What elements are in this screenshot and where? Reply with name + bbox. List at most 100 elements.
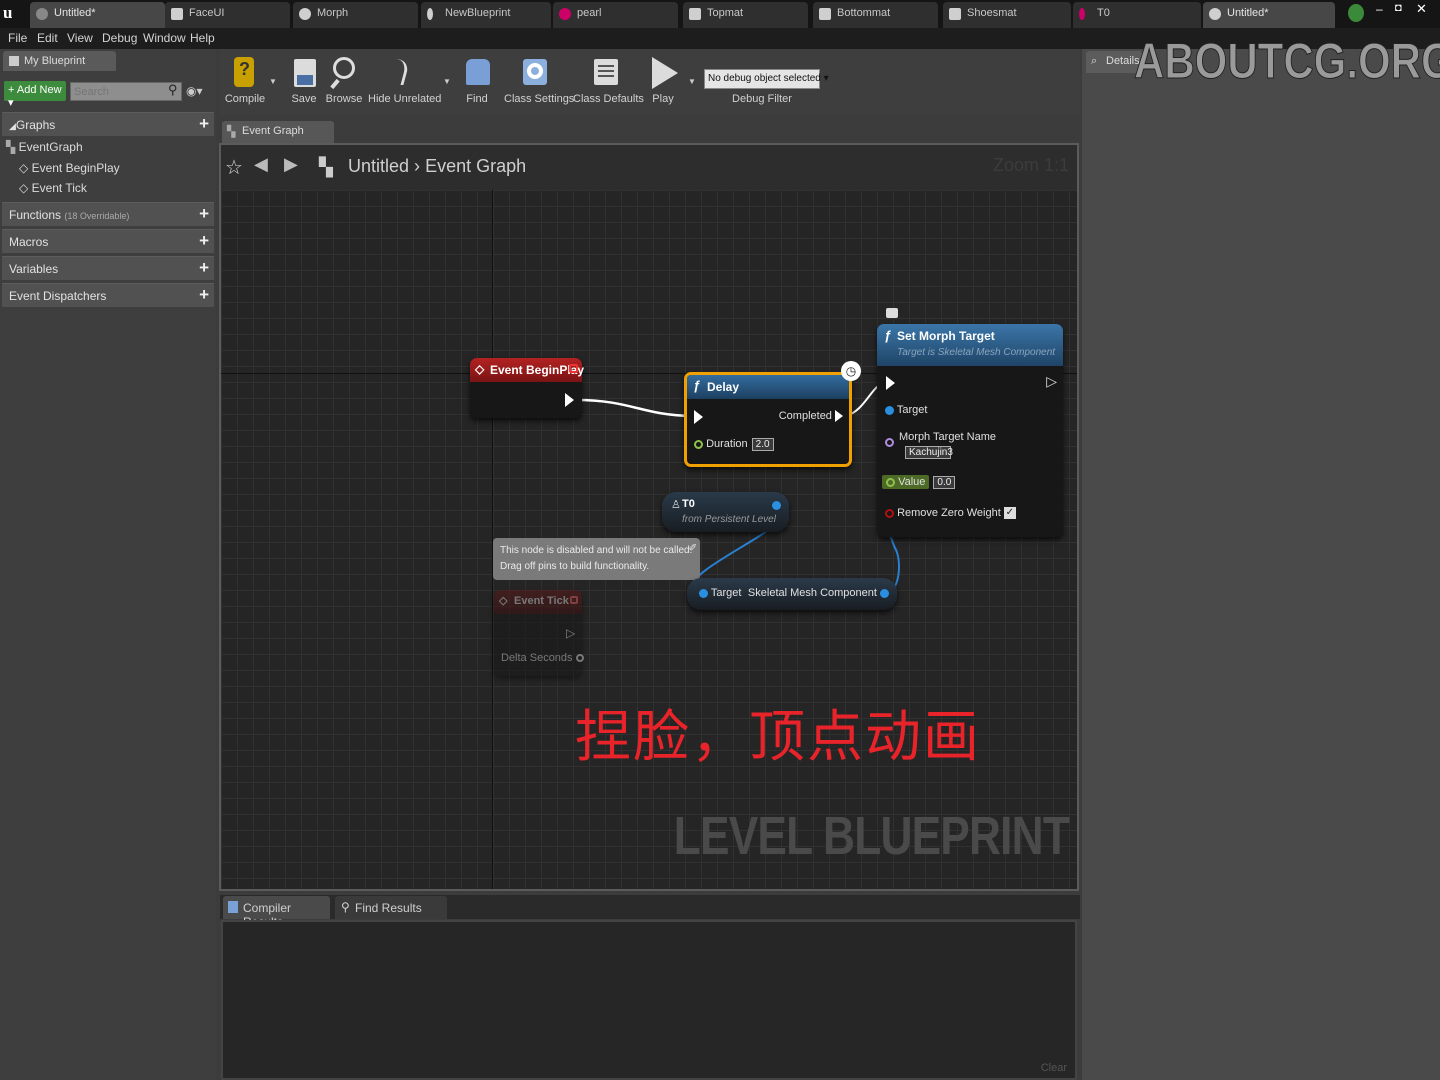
target-pin[interactable]: Target bbox=[885, 404, 927, 416]
maximize-icon[interactable]: ◘ bbox=[1395, 2, 1409, 16]
morph-name-input[interactable]: Kachujin3 bbox=[905, 446, 953, 459]
value-pin[interactable]: Value 0.0 bbox=[882, 475, 956, 489]
event-diamond-icon: ◇ bbox=[19, 161, 29, 175]
exec-out-pin[interactable]: ▷ bbox=[1046, 373, 1057, 390]
tab-pearl[interactable]: pearl bbox=[553, 2, 678, 28]
tab-untitled-2[interactable]: Untitled* bbox=[1203, 2, 1335, 28]
event-diamond-icon: ◇ bbox=[475, 362, 485, 376]
node-subtitle: Target is Skeletal Mesh Component bbox=[897, 347, 1056, 358]
tab-bottommat[interactable]: Bottommat bbox=[813, 2, 938, 28]
node-delay[interactable]: ƒ Delay ◷ Completed Duration 2.0 bbox=[684, 361, 861, 467]
tab-morph[interactable]: Morph bbox=[293, 2, 418, 28]
clear-button[interactable]: Clear bbox=[1041, 1062, 1067, 1074]
delta-seconds-pin[interactable]: Delta Seconds bbox=[501, 652, 584, 664]
debug-object-select[interactable]: No debug object selected ▾ bbox=[704, 69, 829, 89]
clock-icon: ◷ bbox=[841, 361, 861, 381]
tab-shoesmat[interactable]: Shoesmat bbox=[943, 2, 1071, 28]
minimize-icon[interactable]: – bbox=[1376, 2, 1390, 16]
add-new-button[interactable]: + Add New ▾ bbox=[4, 81, 66, 109]
exec-in-pin[interactable] bbox=[694, 410, 703, 424]
eye-icon[interactable]: ◉▾ bbox=[186, 84, 203, 98]
back-arrow-icon[interactable]: ◀ bbox=[254, 154, 268, 175]
section-event-dispatchers[interactable]: Event Dispatchers + bbox=[2, 283, 214, 307]
node-event-beginplay[interactable]: ◇ Event BeginPlay bbox=[470, 358, 584, 418]
tab-t0[interactable]: T0 bbox=[1073, 2, 1201, 28]
play-button[interactable]: Play bbox=[645, 53, 681, 113]
breadcrumb-root[interactable]: Untitled bbox=[348, 156, 409, 176]
comment-bubble-icon[interactable] bbox=[886, 308, 898, 318]
add-graph-icon[interactable]: + bbox=[199, 114, 209, 134]
unreal-logo-icon[interactable]: u bbox=[3, 3, 25, 25]
tab-faceui[interactable]: FaceUI bbox=[165, 2, 290, 28]
tree-eventgraph[interactable]: ▚ EventGraph bbox=[6, 140, 83, 154]
pin-icon[interactable]: ✐ bbox=[689, 541, 697, 557]
close-icon[interactable]: ✕ bbox=[1416, 1, 1430, 16]
tab-compiler-results[interactable]: Compiler Results bbox=[223, 896, 330, 929]
delegate-pin-icon[interactable] bbox=[570, 596, 578, 604]
hide-options-chevron-icon[interactable]: ▼ bbox=[443, 77, 451, 86]
hide-unrelated-button[interactable]: Hide Unrelated bbox=[368, 53, 441, 113]
class-settings-button[interactable]: Class Settings bbox=[504, 53, 574, 113]
menu-window[interactable]: Window bbox=[143, 31, 186, 45]
compile-button[interactable]: ? Compile bbox=[222, 53, 268, 113]
add-variable-icon[interactable]: + bbox=[199, 258, 209, 278]
character-icon: ♙ bbox=[671, 499, 681, 511]
tab-event-graph[interactable]: ▚ Event Graph bbox=[222, 121, 334, 143]
node-set-morph-target[interactable]: ƒ Set Morph Target Target is Skeletal Me… bbox=[877, 324, 1063, 537]
delegate-pin-icon[interactable] bbox=[569, 364, 578, 373]
star-icon[interactable]: ☆ bbox=[225, 155, 243, 180]
graph-tab-label: Event Graph bbox=[242, 125, 304, 137]
morph-target-name-pin[interactable]: Morph Target Name Kachujin3 bbox=[885, 431, 996, 459]
class-defaults-button[interactable]: Class Defaults bbox=[573, 53, 644, 113]
remove-zero-weight-checkbox[interactable]: ✓ bbox=[1003, 507, 1016, 520]
value-input[interactable]: 0.0 bbox=[933, 476, 956, 489]
tab-topmat[interactable]: Topmat bbox=[683, 2, 808, 28]
duration-value-input[interactable]: 2.0 bbox=[751, 438, 774, 451]
morph-name-label: Morph Target Name bbox=[899, 431, 997, 443]
graph-canvas[interactable]: ◇ Event BeginPlay ƒ Delay ◷ Completed Du… bbox=[221, 190, 1077, 889]
completed-pin[interactable]: Completed bbox=[779, 410, 843, 423]
tab-find-results[interactable]: ⚲ Find Results bbox=[335, 896, 447, 919]
compile-options-chevron-icon[interactable]: ▼ bbox=[269, 77, 277, 86]
find-button[interactable]: Find bbox=[458, 53, 496, 113]
section-macros[interactable]: Macros + bbox=[2, 229, 214, 253]
menu-view[interactable]: View bbox=[67, 31, 93, 45]
browse-button[interactable]: Browse bbox=[324, 53, 364, 113]
target-pin[interactable]: Target bbox=[699, 587, 741, 599]
globe-icon[interactable] bbox=[1348, 4, 1364, 22]
node-get-skeletal-mesh[interactable]: Target Skeletal Mesh Component bbox=[687, 578, 897, 610]
node-event-tick[interactable]: ◇ Event Tick ▷ Delta Seconds bbox=[494, 590, 584, 676]
tree-event-beginplay[interactable]: ◇ Event BeginPlay bbox=[19, 161, 120, 175]
exec-out-pin[interactable]: ▷ bbox=[566, 626, 575, 640]
skeletal-mesh-pin[interactable]: Skeletal Mesh Component bbox=[748, 587, 889, 599]
add-dispatcher-icon[interactable]: + bbox=[199, 285, 209, 305]
add-macro-icon[interactable]: + bbox=[199, 231, 209, 251]
add-function-icon[interactable]: + bbox=[199, 204, 209, 224]
object-pin-icon bbox=[880, 588, 889, 598]
node-t0-reference[interactable]: ♙ T0 from Persistent Level bbox=[662, 492, 789, 532]
save-button[interactable]: Save bbox=[284, 53, 324, 113]
search-input[interactable] bbox=[70, 82, 182, 101]
section-graphs[interactable]: ◢Graphs + bbox=[2, 112, 214, 136]
exec-out-pin[interactable] bbox=[565, 393, 574, 407]
duration-pin[interactable]: Duration 2.0 bbox=[694, 438, 774, 451]
exec-in-pin[interactable] bbox=[886, 376, 895, 390]
menu-debug[interactable]: Debug bbox=[102, 31, 137, 45]
tab-newblueprint[interactable]: NewBlueprint bbox=[421, 2, 551, 28]
menu-file[interactable]: File bbox=[8, 31, 27, 45]
toolbar: ? Compile ▼ Save Browse Hide Unrelated ▼… bbox=[220, 49, 1080, 115]
tree-event-tick[interactable]: ◇ Event Tick bbox=[19, 181, 87, 195]
menu-edit[interactable]: Edit bbox=[37, 31, 58, 45]
object-out-pin[interactable] bbox=[772, 501, 781, 510]
forward-arrow-icon[interactable]: ▶ bbox=[284, 154, 298, 175]
remove-zero-weight-pin[interactable]: Remove Zero Weight ✓ bbox=[885, 507, 1016, 520]
menu-help[interactable]: Help bbox=[190, 31, 215, 45]
book-icon bbox=[9, 56, 19, 66]
section-variables[interactable]: Variables + bbox=[2, 256, 214, 280]
tab-untitled[interactable]: Untitled* bbox=[30, 2, 165, 28]
breadcrumb-current[interactable]: Event Graph bbox=[425, 156, 526, 176]
play-options-chevron-icon[interactable]: ▼ bbox=[688, 77, 696, 86]
my-blueprint-tab[interactable]: My Blueprint bbox=[3, 51, 116, 71]
exec-wire bbox=[575, 398, 692, 418]
section-functions[interactable]: Functions (18 Overridable) + bbox=[2, 202, 214, 226]
